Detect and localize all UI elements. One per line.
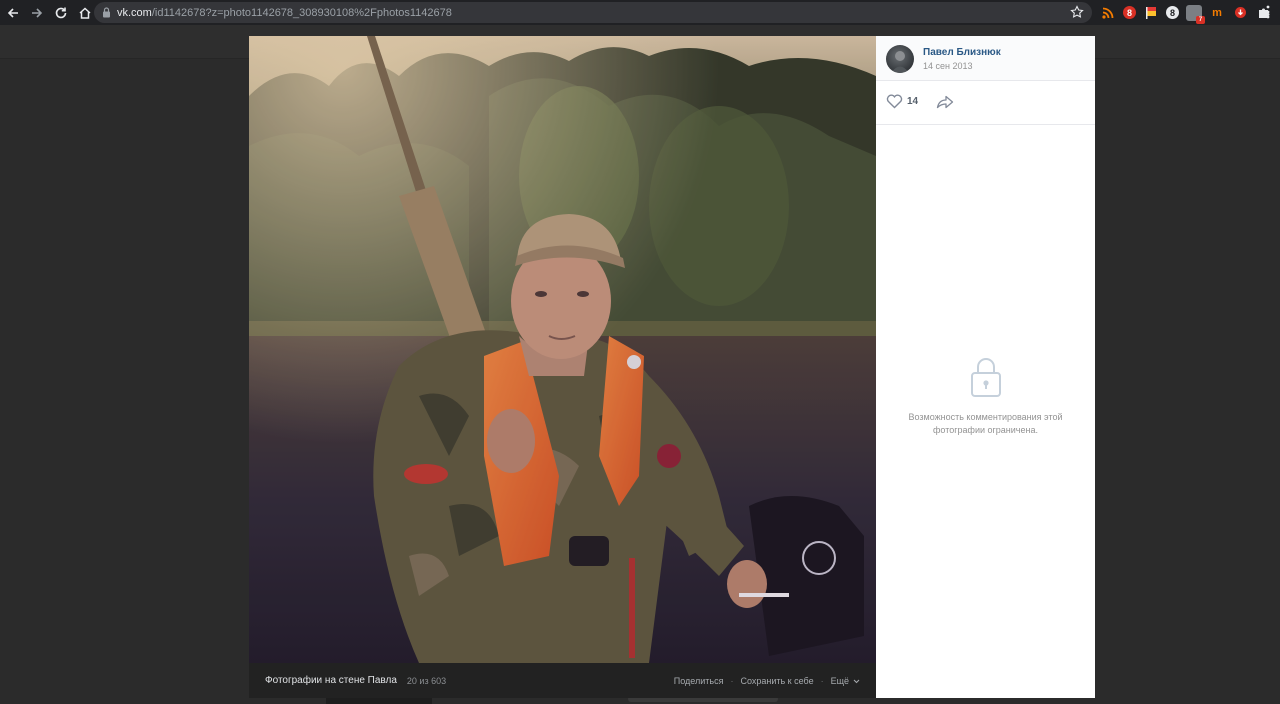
separator-dot: · [730, 675, 734, 686]
m-extension-icon[interactable]: m [1209, 5, 1225, 21]
menu-icon[interactable] [1266, 5, 1270, 24]
photo-actions: 14 [876, 81, 1095, 125]
red-extension-icon[interactable]: 8 [1123, 6, 1136, 19]
photo-counter: 20 из 603 [406, 675, 447, 686]
back-button[interactable] [2, 2, 24, 24]
footer-actions: Поделиться · Сохранить к себе · Ещё [674, 663, 860, 698]
album-title-link[interactable]: Фотографии на стене Павла [265, 675, 397, 686]
post-date[interactable]: 14 сен 2013 [923, 61, 973, 71]
author-name-link[interactable]: Павел Близнюк [923, 47, 1001, 58]
url-text: vk.com/id1142678?z=photo1142678_30893010… [117, 7, 452, 19]
flag-extension-icon[interactable] [1143, 5, 1159, 21]
rss-extension-icon[interactable] [1100, 5, 1116, 21]
chevron-down-icon [853, 679, 860, 684]
more-label: Ещё [830, 675, 849, 686]
photo-viewer: Фотографии на стене Павла 20 из 603 Поде… [249, 36, 1095, 698]
extensions-bar: 8 8 7 m [1100, 4, 1271, 24]
lock-icon [102, 7, 111, 18]
back-icon [7, 7, 18, 18]
comments-locked-text: Возможность комментирования этой фотогра… [908, 412, 1063, 435]
home-icon [79, 6, 91, 19]
padlock-icon [969, 356, 1003, 403]
reload-icon [55, 7, 67, 18]
share-link[interactable]: Поделиться [674, 676, 724, 686]
photo-footer: Фотографии на стене Павла 20 из 603 Поде… [249, 663, 876, 698]
more-menu-button[interactable]: Ещё [831, 676, 860, 686]
forward-button[interactable] [26, 2, 48, 24]
grey-extension-icon[interactable]: 8 [1166, 6, 1179, 19]
separator-dot: · [820, 675, 824, 686]
download-extension-icon[interactable] [1232, 5, 1248, 21]
like-button[interactable]: 14 [886, 94, 918, 109]
badge-extension-icon[interactable]: 7 [1186, 4, 1205, 24]
reload-button[interactable] [50, 2, 72, 24]
photo[interactable] [249, 36, 876, 663]
url-host: vk.com [117, 6, 152, 19]
forward-icon [32, 7, 43, 18]
extension-badge: 7 [1196, 15, 1205, 24]
url-path: /id1142678?z=photo1142678_308930108%2Fph… [151, 6, 452, 19]
share-arrow-icon [936, 95, 954, 109]
like-count: 14 [907, 96, 919, 107]
photo-image [249, 36, 876, 663]
home-button[interactable] [74, 2, 96, 24]
browser-toolbar: vk.com/id1142678?z=photo1142678_30893010… [0, 0, 1280, 25]
comments-locked-notice: Возможность комментирования этой фотогра… [876, 356, 1095, 437]
save-link[interactable]: Сохранить к себе [740, 676, 813, 686]
address-bar[interactable]: vk.com/id1142678?z=photo1142678_30893010… [94, 2, 1092, 23]
author-block: Павел Близнюк 14 сен 2013 [876, 36, 1095, 81]
heart-icon [886, 94, 903, 109]
avatar[interactable] [886, 45, 914, 73]
share-button[interactable] [936, 95, 954, 114]
star-icon[interactable] [1070, 5, 1084, 24]
photo-sidebar: Павел Близнюк 14 сен 2013 14 Возможность… [876, 36, 1095, 698]
